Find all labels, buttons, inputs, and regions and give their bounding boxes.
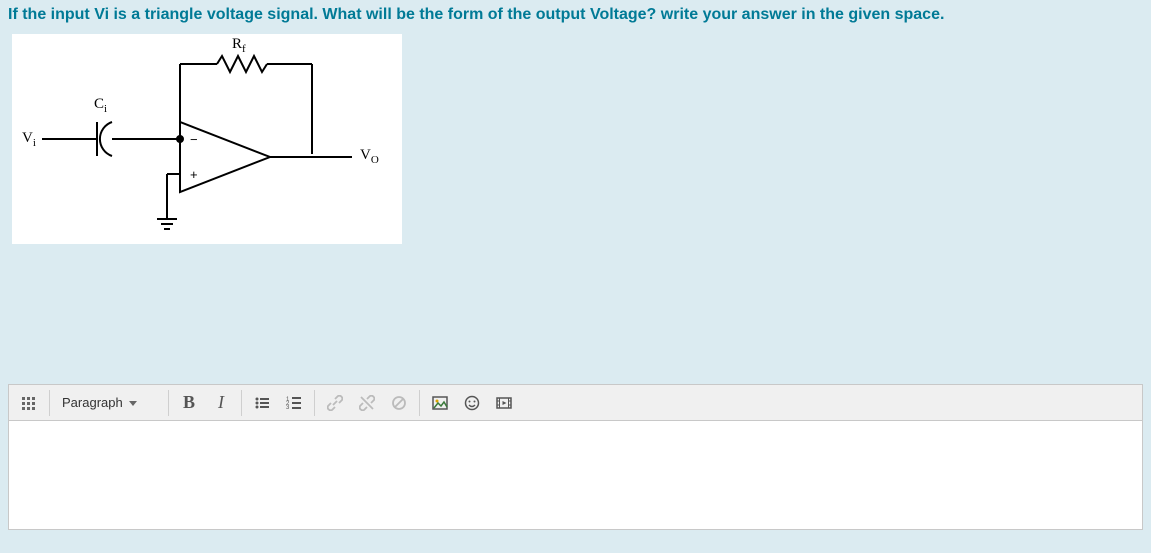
toggle-toolbar-button[interactable] bbox=[14, 389, 44, 417]
emoji-button[interactable] bbox=[457, 389, 487, 417]
image-button[interactable] bbox=[425, 389, 455, 417]
answer-editor[interactable] bbox=[8, 420, 1143, 530]
italic-icon: I bbox=[218, 392, 224, 413]
link-icon bbox=[327, 395, 343, 411]
media-button[interactable] bbox=[489, 389, 519, 417]
circuit-diagram: − + Rf Ci Vi VO bbox=[12, 34, 402, 244]
label-vo: VO bbox=[360, 147, 379, 166]
question-prompt: If the input Vi is a triangle voltage si… bbox=[8, 6, 1143, 24]
image-icon bbox=[432, 395, 448, 411]
svg-text:3: 3 bbox=[286, 405, 290, 411]
number-list-icon: 123 bbox=[286, 395, 302, 411]
editor-toolbar: Paragraph B I 123 bbox=[8, 384, 1143, 420]
nolink-icon bbox=[391, 395, 407, 411]
emoji-icon bbox=[464, 395, 480, 411]
chevron-down-icon bbox=[129, 399, 137, 407]
label-vi: Vi bbox=[22, 130, 36, 149]
number-list-button[interactable]: 123 bbox=[279, 389, 309, 417]
label-rf: Rf bbox=[232, 36, 246, 55]
media-icon bbox=[496, 395, 512, 411]
unlink-button[interactable] bbox=[352, 389, 382, 417]
format-label: Paragraph bbox=[62, 395, 123, 410]
link-button[interactable] bbox=[320, 389, 350, 417]
bold-icon: B bbox=[183, 392, 195, 413]
editor-area: Paragraph B I 123 bbox=[8, 384, 1143, 530]
bullet-list-icon bbox=[254, 395, 270, 411]
label-ci: Ci bbox=[94, 96, 107, 115]
svg-text:+: + bbox=[190, 167, 198, 182]
format-paragraph-select[interactable]: Paragraph bbox=[54, 389, 164, 417]
bold-button[interactable]: B bbox=[174, 389, 204, 417]
italic-button[interactable]: I bbox=[206, 389, 236, 417]
nolink-button[interactable] bbox=[384, 389, 414, 417]
bullet-list-button[interactable] bbox=[247, 389, 277, 417]
grid-icon bbox=[21, 395, 37, 411]
svg-text:−: − bbox=[190, 132, 198, 147]
unlink-icon bbox=[359, 395, 375, 411]
